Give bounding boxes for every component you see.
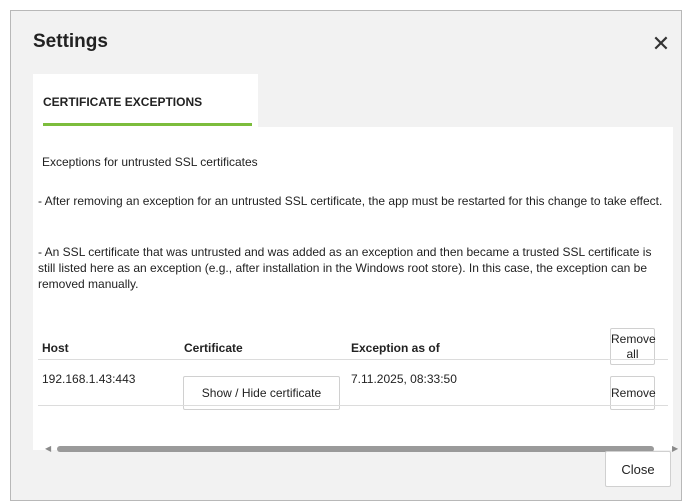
info-paragraph-trusted: - An SSL certificate that was untrusted …	[38, 245, 652, 291]
column-header-certificate: Certificate	[184, 341, 243, 355]
row-divider	[38, 405, 668, 406]
tab-label: CERTIFICATE EXCEPTIONS	[43, 95, 203, 109]
section-heading: Exceptions for untrusted SSL certificate…	[42, 155, 258, 169]
exception-date-cell: 7.11.2025, 08:33:50	[351, 372, 457, 386]
horizontal-scrollbar[interactable]: ◀ ▶	[43, 444, 683, 454]
scrollbar-thumb[interactable]	[57, 446, 654, 452]
column-header-host: Host	[42, 341, 69, 355]
scroll-left-arrow-icon[interactable]: ◀	[45, 444, 51, 454]
close-button[interactable]: Close	[605, 451, 671, 487]
close-icon[interactable]: ✕	[650, 33, 672, 55]
info-paragraph-restart: - After removing an exception for an unt…	[38, 194, 663, 208]
dialog-title: Settings	[33, 31, 108, 52]
active-tab-indicator	[43, 123, 252, 126]
tab-panel: Exceptions for untrusted SSL certificate…	[33, 127, 678, 453]
host-cell: 192.168.1.43:443	[42, 372, 136, 386]
column-header-exception-as-of: Exception as of	[351, 341, 440, 355]
tab-certificate-exceptions[interactable]: CERTIFICATE EXCEPTIONS	[33, 74, 258, 127]
settings-dialog: Settings ✕ CERTIFICATE EXCEPTIONS Except…	[10, 10, 682, 501]
scroll-right-arrow-icon[interactable]: ▶	[672, 444, 678, 454]
header-divider	[38, 359, 668, 360]
